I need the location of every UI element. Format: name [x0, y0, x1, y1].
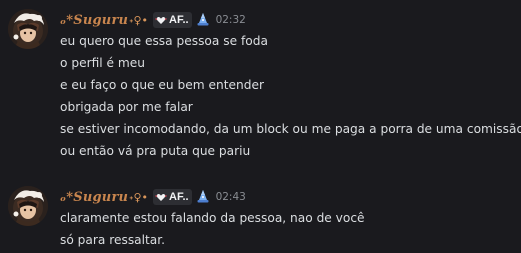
message-line: o perfil é meu [60, 56, 145, 70]
username[interactable]: ₒ*Suguru [60, 190, 128, 205]
avatar-image [8, 9, 48, 49]
server-tag[interactable]: AF.. [153, 189, 192, 205]
message-line: claramente estou falando da pessoa, nao … [60, 211, 365, 225]
server-tag-label: AF.. [169, 14, 189, 26]
timestamp[interactable]: 02:32 [216, 14, 246, 26]
message-header: ₒ*Suguru ˖♀• AF.. 02:43 [60, 187, 246, 207]
message-line: eu quero que essa pessoa se foda [60, 34, 268, 48]
message-content: eu quero que essa pessoa se foda o perfi… [60, 30, 521, 162]
message-header: ₒ*Suguru ˖♀• AF.. 02:32 [60, 10, 246, 30]
heart-wings-icon [155, 194, 167, 201]
heart-wings-icon [155, 17, 167, 24]
username-decoration: ˖♀• [129, 190, 148, 204]
avatar-image [8, 186, 48, 226]
wizard-hat-icon[interactable] [196, 12, 210, 28]
message-line: se estiver incomodando, da um block ou m… [60, 122, 521, 136]
username-decoration: ˖♀• [129, 13, 148, 27]
message-line: e eu faço o que eu bem entender [60, 78, 264, 92]
server-tag-label: AF.. [169, 191, 189, 203]
message-line: obrigada por me falar [60, 100, 193, 114]
avatar[interactable] [8, 9, 48, 49]
timestamp[interactable]: 02:43 [216, 191, 246, 203]
server-tag[interactable]: AF.. [153, 12, 192, 28]
wizard-hat-icon[interactable] [196, 189, 210, 205]
username[interactable]: ₒ*Suguru [60, 13, 128, 28]
avatar[interactable] [8, 186, 48, 226]
message-content: claramente estou falando da pessoa, nao … [60, 207, 515, 251]
message-line: só para ressaltar. [60, 233, 166, 247]
message-line: ou então vá pra puta que pariu [60, 144, 251, 158]
